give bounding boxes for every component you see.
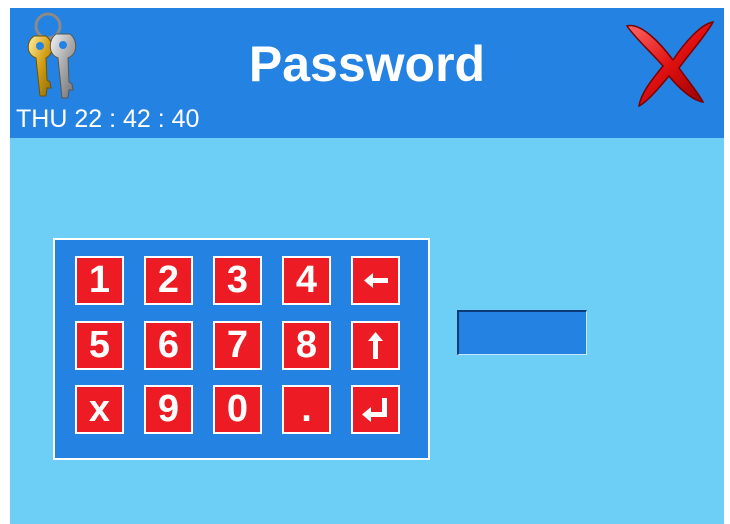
key-2[interactable]: 2 (144, 256, 193, 305)
key-6[interactable]: 6 (144, 321, 193, 370)
clock-display: THU 22 : 42 : 40 (16, 105, 200, 133)
numeric-keypad: 1 2 3 4 5 6 7 8 x 9 0 . (53, 238, 430, 460)
key-8[interactable]: 8 (282, 321, 331, 370)
screen: Password THU 22 : 42 : 40 1 2 3 4 5 6 7 … (10, 8, 724, 524)
key-1[interactable]: 1 (75, 256, 124, 305)
arrow-up-icon (368, 332, 383, 359)
enter-button[interactable] (351, 385, 400, 434)
close-icon[interactable] (621, 16, 717, 108)
decimal-point-button[interactable]: . (282, 385, 331, 434)
key-4[interactable]: 4 (282, 256, 331, 305)
key-9[interactable]: 9 (144, 385, 193, 434)
key-3[interactable]: 3 (213, 256, 262, 305)
header-bar: Password THU 22 : 42 : 40 (10, 8, 724, 138)
key-0[interactable]: 0 (213, 385, 262, 434)
enter-icon (362, 398, 387, 422)
clear-button[interactable]: x (75, 385, 124, 434)
arrow-left-icon (364, 273, 388, 288)
page-title: Password (248, 36, 486, 92)
password-input[interactable] (457, 310, 587, 355)
key-5[interactable]: 5 (75, 321, 124, 370)
key-7[interactable]: 7 (213, 321, 262, 370)
shift-button[interactable] (351, 321, 400, 370)
backspace-button[interactable] (351, 256, 400, 305)
